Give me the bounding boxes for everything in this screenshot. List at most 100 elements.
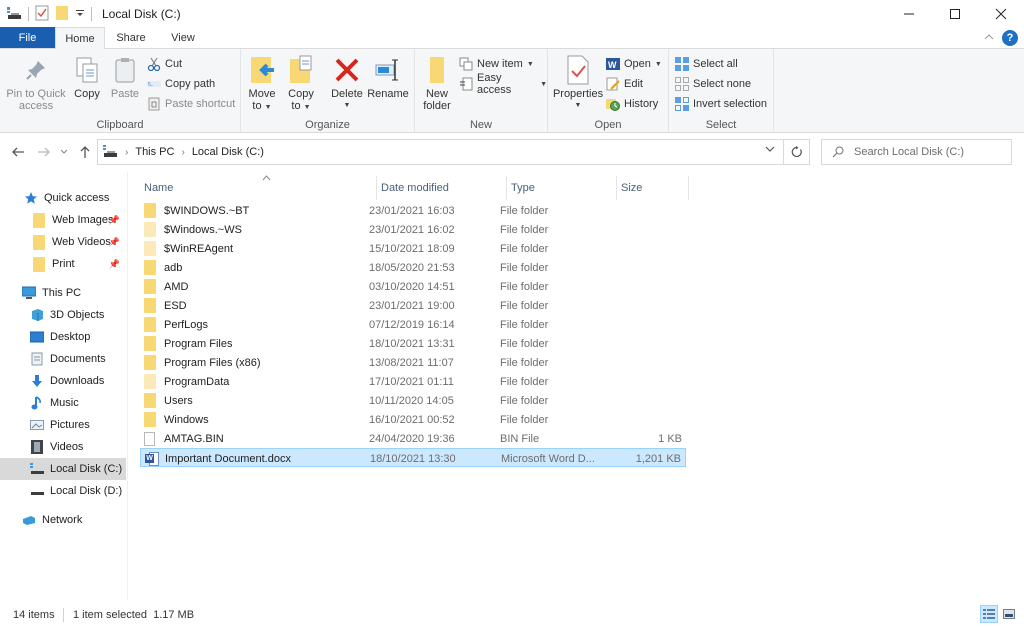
organize-group-label: Organize — [305, 119, 350, 131]
nav-local-disk-c[interactable]: Local Disk (C:) — [0, 458, 126, 480]
back-button[interactable] — [9, 142, 27, 162]
rename-button[interactable]: Rename — [367, 55, 409, 100]
column-header-size[interactable]: Size — [617, 176, 689, 200]
collapse-ribbon-icon[interactable] — [984, 33, 994, 43]
nav-web-videos[interactable]: Web Videos 📌 — [0, 231, 126, 253]
new-folder-button[interactable]: New folder — [421, 55, 453, 112]
file-row[interactable]: Windows 16/10/2021 00:52 File folder — [140, 410, 686, 429]
file-date-modified: 18/10/2021 13:30 — [370, 452, 456, 465]
file-row[interactable]: ProgramData 17/10/2021 01:11 File folder — [140, 372, 686, 391]
cut-button[interactable]: Cut — [147, 55, 182, 73]
copy-path-button[interactable]: \\.. Copy path — [147, 75, 215, 93]
address-history-dropdown[interactable] — [765, 145, 775, 156]
column-header-date-modified[interactable]: Date modified — [377, 176, 507, 200]
select-none-button[interactable]: Select none — [675, 75, 751, 93]
nav-videos[interactable]: Videos — [0, 436, 126, 458]
nav-desktop[interactable]: Desktop — [0, 326, 126, 348]
downloads-arrow-icon — [30, 374, 44, 388]
nav-downloads[interactable]: Downloads — [0, 370, 126, 392]
paste-shortcut-button[interactable]: Paste shortcut — [147, 95, 235, 113]
breadcrumb-separator[interactable]: › — [125, 147, 128, 158]
organize-group: Move to ▼ Copy to ▼ Delete ▼ Rename Orga… — [241, 49, 415, 133]
copy-to-button[interactable]: Copy to ▼ — [286, 55, 316, 114]
easy-access-button[interactable]: Easy access ▼ — [459, 72, 547, 96]
file-row[interactable]: $WinREAgent 15/10/2021 18:09 File folder — [140, 239, 686, 258]
file-date-modified: 18/05/2020 21:53 — [369, 261, 455, 274]
column-header-name[interactable]: Name — [140, 175, 377, 200]
maximize-button[interactable] — [932, 0, 978, 28]
nav-this-pc[interactable]: This PC — [0, 282, 126, 304]
refresh-button[interactable] — [784, 139, 810, 165]
word-document-icon: W — [145, 451, 159, 466]
move-to-button[interactable]: Move to ▼ — [247, 55, 277, 114]
customize-qat-icon[interactable] — [75, 8, 85, 21]
new-item-button[interactable]: New item ▼ — [459, 55, 534, 73]
new-folder-qat-icon[interactable] — [55, 5, 69, 24]
file-row[interactable]: $WINDOWS.~BT 23/01/2021 16:03 File folder — [140, 201, 686, 220]
details-view-button[interactable] — [980, 605, 998, 623]
folder-icon — [144, 203, 158, 218]
file-row[interactable]: Program Files (x86) 13/08/2021 11:07 File … — [140, 353, 686, 372]
help-button[interactable]: ? — [1002, 30, 1018, 46]
open-button[interactable]: W Open ▼ — [606, 55, 662, 73]
history-button[interactable]: History — [606, 95, 658, 113]
recent-locations-button[interactable] — [58, 142, 70, 162]
new-folder-icon — [422, 55, 452, 85]
tab-home[interactable]: Home — [55, 27, 105, 49]
invert-selection-button[interactable]: Invert selection — [675, 95, 767, 113]
nav-documents[interactable]: Documents — [0, 348, 126, 370]
forward-button[interactable] — [35, 142, 53, 162]
up-button[interactable] — [76, 142, 94, 162]
desktop-icon — [30, 330, 44, 344]
file-row[interactable]: PerfLogs 07/12/2019 16:14 File folder — [140, 315, 686, 334]
file-row[interactable]: W Important Document.docx 18/10/2021 13:30… — [140, 448, 686, 467]
properties-button[interactable]: Properties ▼ — [553, 55, 603, 112]
breadcrumb-local-disk-c[interactable]: Local Disk (C:) — [192, 146, 264, 158]
large-icons-view-button[interactable] — [1000, 605, 1018, 623]
tab-share[interactable]: Share — [105, 27, 157, 48]
properties-qat-icon[interactable] — [35, 5, 49, 24]
file-name-cell: $WinREAgent — [144, 239, 233, 258]
file-row[interactable]: $Windows.~WS 23/01/2021 16:02 File folder — [140, 220, 686, 239]
paste-button[interactable]: Paste — [109, 55, 141, 100]
file-row[interactable]: Users 10/11/2020 14:05 File folder — [140, 391, 686, 410]
breadcrumb-separator[interactable]: › — [181, 147, 184, 158]
clipboard-group: Pin to Quick access Copy Paste Cut \\.. — [0, 49, 241, 133]
folder-icon — [32, 212, 46, 228]
breadcrumb-this-pc[interactable]: This PC — [135, 146, 174, 158]
folder-icon — [32, 256, 46, 272]
nav-pictures[interactable]: Pictures — [0, 414, 126, 436]
file-row[interactable]: Program Files 18/10/2021 13:31 File folder — [140, 334, 686, 353]
file-row[interactable]: AMTAG.BIN 24/04/2020 19:36 BIN File 1 KB — [140, 429, 686, 448]
close-button[interactable] — [978, 0, 1024, 28]
search-box[interactable]: Search Local Disk (C:) — [821, 139, 1012, 165]
nav-print[interactable]: Print 📌 — [0, 253, 126, 275]
nav-quick-access[interactable]: Quick access — [0, 187, 126, 209]
file-row[interactable]: AMD 03/10/2020 14:51 File folder — [140, 277, 686, 296]
nav-network[interactable]: Network — [0, 509, 126, 531]
file-type: File folder — [500, 204, 549, 217]
item-count: 14 items — [13, 609, 55, 621]
word-icon: W — [606, 57, 620, 71]
documents-icon — [30, 352, 44, 366]
file-row[interactable]: adb 18/05/2020 21:53 File folder — [140, 258, 686, 277]
column-header-type[interactable]: Type — [507, 176, 617, 200]
nav-web-images[interactable]: Web Images 📌 — [0, 209, 126, 231]
minimize-button[interactable] — [886, 0, 932, 28]
nav-3d-objects[interactable]: 3D Objects — [0, 304, 126, 326]
folder-icon — [144, 393, 158, 408]
pin-to-quick-access-button[interactable]: Pin to Quick access — [6, 55, 66, 112]
pin-icon: 📌 — [108, 258, 120, 269]
nav-music[interactable]: Music — [0, 392, 126, 414]
copy-button[interactable]: Copy — [72, 55, 102, 100]
address-bar[interactable]: › This PC › Local Disk (C:) — [97, 139, 784, 165]
clipboard-group-label: Clipboard — [96, 119, 144, 131]
edit-button[interactable]: Edit — [606, 75, 643, 93]
tab-file[interactable]: File — [0, 27, 55, 48]
back-arrow-icon — [12, 147, 24, 157]
nav-local-disk-d[interactable]: Local Disk (D:) — [0, 480, 126, 502]
file-row[interactable]: ESD 23/01/2021 19:00 File folder — [140, 296, 686, 315]
tab-view[interactable]: View — [157, 27, 209, 48]
select-all-button[interactable]: Select all — [675, 55, 738, 73]
delete-button[interactable]: Delete ▼ — [329, 55, 365, 112]
